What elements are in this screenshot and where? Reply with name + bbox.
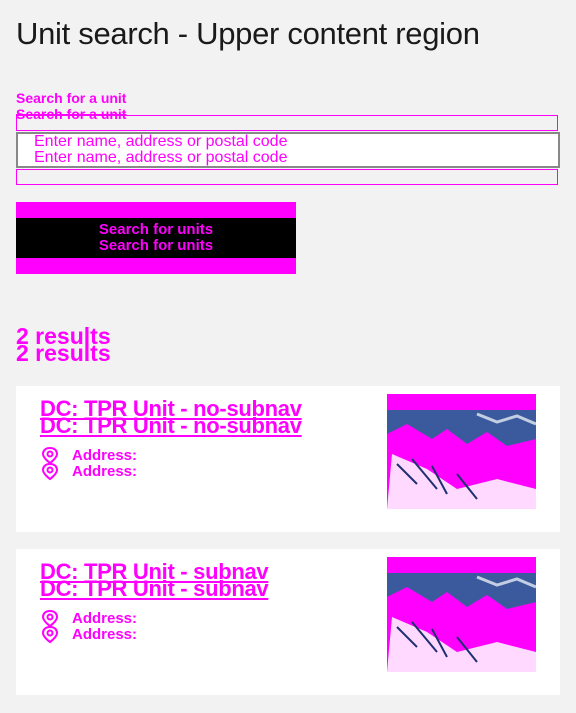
result-thumbnail <box>387 394 536 509</box>
address-label: Address: Address: <box>72 448 137 480</box>
result-title-text-duplicate: DC: TPR Unit - subnav <box>40 576 269 601</box>
search-field-frame-bottom <box>16 169 558 185</box>
results-count-text-duplicate: 2 results <box>16 340 111 366</box>
result-thumbnail <box>387 557 536 672</box>
thumbnail-image <box>387 394 536 509</box>
location-pin-icon <box>41 609 59 644</box>
thumbnail-image <box>387 557 536 672</box>
location-pin-icon <box>41 446 59 481</box>
result-card: DC: TPR Unit - subnav DC: TPR Unit - sub… <box>16 549 560 695</box>
search-field-wrapper: Enter name, address or postal code Enter… <box>16 115 560 185</box>
result-card: DC: TPR Unit - no-subnav DC: TPR Unit - … <box>16 386 560 532</box>
page-title: Unit search - Upper content region <box>16 16 480 51</box>
address-label-text: Address: <box>72 447 138 464</box>
search-input[interactable]: Enter name, address or postal code Enter… <box>16 132 560 168</box>
search-label-text: Search for a unit <box>16 90 127 106</box>
address-label-text-duplicate: Address: <box>72 463 138 480</box>
search-button-face: Search for units Search for units <box>16 218 296 258</box>
search-field-frame-top <box>16 115 558 131</box>
search-placeholder: Enter name, address or postal code <box>34 133 288 150</box>
search-placeholder-duplicate: Enter name, address or postal code <box>34 149 288 166</box>
address-label: Address: Address: <box>72 611 137 643</box>
address-label-text-duplicate: Address: <box>72 626 138 643</box>
search-units-button[interactable]: Search for units Search for units <box>16 202 296 274</box>
results-count: 2 results 2 results <box>16 325 111 366</box>
address-label-text: Address: <box>72 610 138 627</box>
result-title-link[interactable]: DC: TPR Unit - subnav DC: TPR Unit - sub… <box>40 561 269 601</box>
result-title-text-duplicate: DC: TPR Unit - no-subnav <box>40 413 302 438</box>
result-title-link[interactable]: DC: TPR Unit - no-subnav DC: TPR Unit - … <box>40 398 302 438</box>
search-button-label-duplicate: Search for units <box>98 237 214 254</box>
search-button-label: Search for units <box>98 221 214 238</box>
